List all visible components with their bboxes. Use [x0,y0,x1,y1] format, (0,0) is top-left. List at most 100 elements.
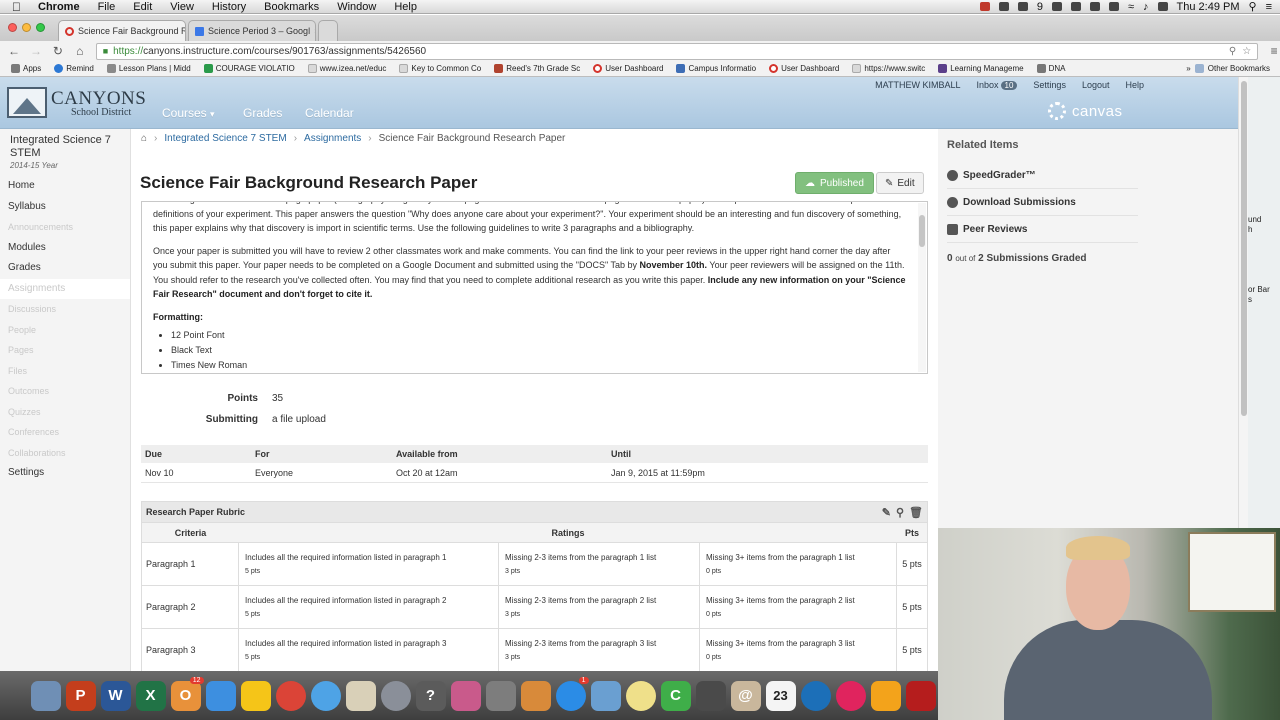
word-icon[interactable]: W [100,680,131,711]
pencil-icon[interactable]: ✎ [882,506,891,519]
menu-window[interactable]: Window [328,1,385,13]
ibooks-icon[interactable] [870,680,901,711]
zoom-window-icon[interactable] [36,23,45,32]
trash-icon[interactable]: 🗑 [909,506,923,519]
course-nav-home[interactable]: Home [0,176,130,197]
reload-icon[interactable]: ↻ [52,44,64,58]
peer-reviews-link[interactable]: Peer Reviews [947,216,1138,243]
course-title[interactable]: Integrated Science 7 STEM [0,129,130,160]
menu-app[interactable]: Chrome [29,1,89,13]
bookmark-item[interactable]: DNA [1032,64,1071,73]
nav-grades[interactable]: Grades [243,106,282,120]
video-capture-icon[interactable] [695,680,726,711]
bookmark-item[interactable]: Lesson Plans | Midd [102,64,196,73]
course-nav-grades[interactable]: Grades [0,258,130,279]
preview-icon[interactable] [345,680,376,711]
breadcrumb-course[interactable]: Integrated Science 7 STEM [164,133,286,144]
course-nav-collaborations[interactable]: Collaborations [0,443,130,464]
bookmark-item[interactable]: Reed's 7th Grade Sc [489,64,585,73]
minimize-window-icon[interactable] [22,23,31,32]
help-link[interactable]: Help [1125,80,1144,90]
course-nav-modules[interactable]: Modules [0,238,130,259]
bookmark-item[interactable]: https://www.switc [847,64,930,73]
calendar-icon[interactable]: 23 [765,680,796,711]
bluetooth-icon[interactable] [1108,2,1119,11]
network-icon[interactable] [800,680,831,711]
more-bookmarks-icon[interactable]: » [1186,64,1190,73]
breadcrumb-assignments[interactable]: Assignments [304,133,361,144]
menu-view[interactable]: View [161,1,203,13]
powerpoint-icon[interactable]: P [65,680,96,711]
bookmark-item[interactable]: Key to Common Co [394,64,486,73]
home-icon[interactable]: ⌂ [141,133,147,144]
itunes-icon[interactable] [835,680,866,711]
search-icon[interactable]: ⚲ [896,506,904,519]
course-nav-syllabus[interactable]: Syllabus [0,197,130,218]
system-tool-icon[interactable] [485,680,516,711]
district-logo[interactable]: CANYONS School District [7,87,146,118]
course-nav-outcomes[interactable]: Outcomes [0,381,130,402]
menu-help[interactable]: Help [385,1,426,13]
nav-calendar[interactable]: Calendar [305,106,354,120]
close-tab-icon[interactable]: × [314,26,315,36]
download-submissions-link[interactable]: Download Submissions [947,189,1138,216]
bookmark-item[interactable]: Campus Informatio [671,64,761,73]
nav-courses[interactable]: Courses ▾ [162,106,215,120]
bookmark-apps[interactable]: Apps [6,64,46,73]
course-nav-settings[interactable]: Settings [0,463,130,484]
other-bookmarks[interactable]: Other Bookmarks [1208,64,1270,73]
address-bar[interactable]: ■ https://canyons.instructure.com/course… [95,42,1259,60]
description-scrollbar[interactable] [918,203,926,372]
close-window-icon[interactable] [8,23,17,32]
google-drive-icon[interactable] [240,680,271,711]
record-icon[interactable] [979,2,990,11]
help-icon[interactable]: ? [415,680,446,711]
course-nav-people[interactable]: People [0,320,130,341]
volume-icon[interactable]: ♪ [1143,1,1149,13]
edit-button[interactable]: ✎ Edit [876,172,924,194]
bookmark-item[interactable]: www.izea.net/educ [303,64,392,73]
inbox-link[interactable]: Inbox 10 [976,80,1018,90]
menu-edit[interactable]: Edit [124,1,161,13]
display-tray-icon[interactable] [1070,2,1081,11]
new-tab-button[interactable] [318,20,338,41]
scrollbar-thumb[interactable] [1241,81,1247,416]
preview-photo-icon[interactable] [590,680,621,711]
contacts-icon[interactable]: @ [730,680,761,711]
bookmark-item[interactable]: Learning Manageme [933,64,1028,73]
apple-menu-icon[interactable]:  [0,0,29,14]
logout-link[interactable]: Logout [1082,80,1110,90]
camtasia-icon[interactable]: C [660,680,691,711]
user-name[interactable]: MATTHEW KIMBALL [875,80,960,90]
chrome-menu-icon[interactable]: ≡ [1268,44,1280,58]
bookmark-item[interactable]: User Dashboard [588,64,668,73]
battery-icon[interactable] [1157,2,1168,11]
bookmark-item[interactable]: User Dashboard [764,64,844,73]
menu-bookmarks[interactable]: Bookmarks [255,1,328,13]
tray-icon[interactable] [1017,2,1028,11]
tab-canvas[interactable]: Science Fair Background R × [58,20,186,41]
recording-app-icon[interactable] [905,680,936,711]
dropbox-tray-icon[interactable] [1051,2,1062,11]
finder-icon[interactable] [30,680,61,711]
tray-icon[interactable] [998,2,1009,11]
safari-icon[interactable] [310,680,341,711]
wifi-icon[interactable]: ≈ [1128,1,1134,13]
excel-icon[interactable]: X [135,680,166,711]
home-icon[interactable]: ⌂ [74,44,86,58]
course-nav-discussions[interactable]: Discussions [0,299,130,320]
course-nav-assignments[interactable]: Assignments [0,278,130,299]
assignment-description[interactable]: Your assignment is to write a 2-3 page p… [141,201,928,374]
course-nav-announcements[interactable]: Announcements [0,217,130,238]
forward-icon[interactable]: → [30,44,42,58]
bookmark-star-icon[interactable]: ☆ [1242,46,1251,57]
zoom-icon[interactable]: ⚲ [1229,46,1236,57]
photo-booth-icon[interactable] [450,680,481,711]
dropbox-icon[interactable] [205,680,236,711]
menu-history[interactable]: History [203,1,255,13]
course-nav-files[interactable]: Files [0,361,130,382]
clock[interactable]: Thu 2:49 PM [1177,1,1240,13]
menu-file[interactable]: File [89,1,125,13]
folder-app-icon[interactable] [520,680,551,711]
published-button[interactable]: ☁ Published [795,172,874,194]
